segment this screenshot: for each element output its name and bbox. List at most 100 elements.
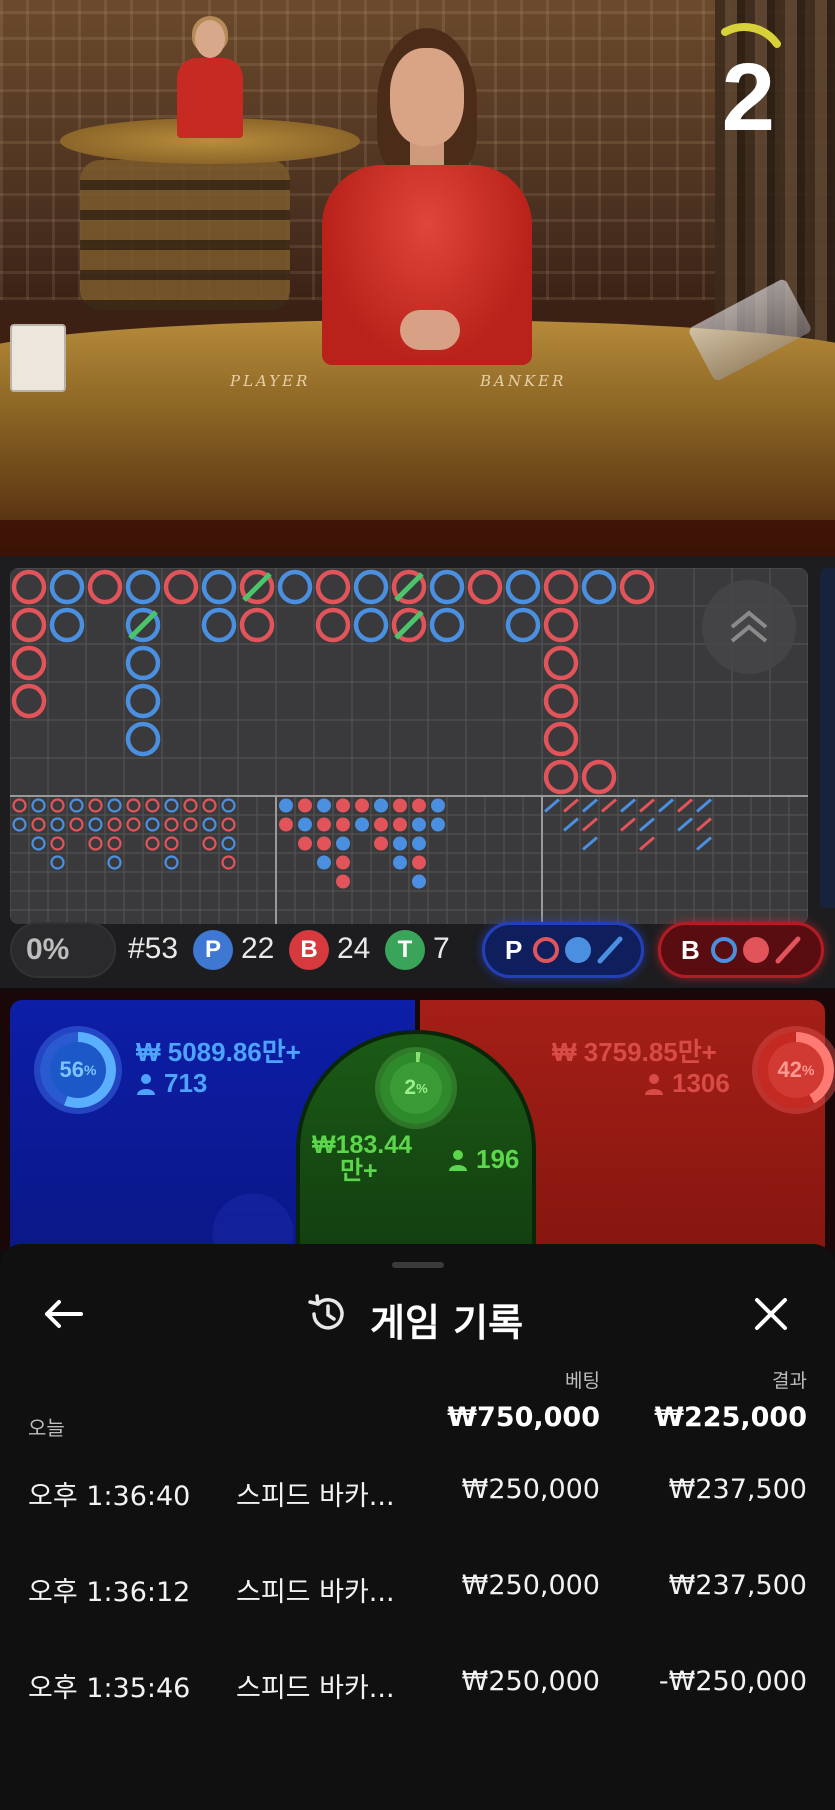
small-road-dot (298, 817, 312, 832)
small-road-slash (696, 836, 712, 851)
big-road-bead (315, 569, 351, 605)
small-road-dot (393, 836, 407, 851)
banker-count: 24 (337, 932, 371, 965)
banker-total-amount: ₩ 3759.85만+ (552, 1037, 717, 1067)
small-road-slash (544, 798, 560, 813)
small-road-ring (88, 817, 103, 832)
tie-amount-line2: 만+ (340, 1157, 378, 1185)
big-road-bead (581, 569, 617, 605)
player-ask-button[interactable]: P (482, 922, 644, 978)
history-row[interactable]: 오후 1:35:46 스피드 바카... ₩250,000 -₩250,000 (0, 1654, 835, 1714)
roadmap-svg (10, 568, 808, 924)
column-header-bet: 베팅 (565, 1370, 600, 1392)
small-road-dot (317, 836, 331, 851)
banker-ask-button[interactable]: B (658, 922, 824, 978)
total-bet: ₩750,000 (447, 1402, 600, 1433)
small-road-slash (563, 798, 579, 813)
small-road-dot (336, 874, 350, 889)
small-road-slash (677, 817, 693, 832)
small-road-ring (164, 817, 179, 832)
big-road-bead (543, 683, 579, 719)
small-road-dot (279, 798, 293, 813)
small-road-dot (412, 798, 426, 813)
big-road-bead (353, 607, 389, 643)
today-label: 오늘 (28, 1416, 65, 1440)
small-road-dot (317, 798, 331, 813)
roadmap-grid[interactable] (10, 568, 808, 924)
table-label-banker: BANKER (480, 372, 567, 390)
round-number: #53 (128, 932, 179, 965)
small-road-ring (50, 855, 65, 870)
small-road-dot (412, 817, 426, 832)
small-road-dot (355, 798, 369, 813)
small-road-ring (164, 836, 179, 851)
small-road-dot (279, 817, 293, 832)
small-road-ring (221, 855, 236, 870)
player-percent: 56 (59, 1057, 85, 1082)
tie-user-count: 196 (476, 1144, 520, 1174)
tie-users: 196 (448, 1144, 519, 1175)
small-road-ring (50, 798, 65, 813)
history-row[interactable]: 오후 1:36:40 스피드 바카... ₩250,000 ₩237,500 (0, 1462, 835, 1522)
small-road-slash (677, 798, 693, 813)
small-road-slash (620, 798, 636, 813)
row-game: 스피드 바카... (236, 1481, 395, 1512)
big-road-bead (125, 683, 161, 719)
row-bet: ₩250,000 (461, 1474, 600, 1505)
discard-cards (10, 324, 66, 392)
small-road-slash (639, 836, 655, 851)
win-percent-pill[interactable]: 0% (10, 922, 116, 978)
column-header-result: 결과 (772, 1370, 807, 1392)
small-road-slash (582, 798, 598, 813)
tie-count-badge: T (385, 930, 425, 970)
big-road-bead (125, 721, 161, 757)
small-road-dot (393, 798, 407, 813)
banker-count-badge: B (289, 930, 329, 970)
small-road-ring (221, 817, 236, 832)
banker-percent: 42 (777, 1057, 803, 1082)
small-road-ring (88, 836, 103, 851)
small-road-dot (336, 855, 350, 870)
back-button[interactable] (38, 1296, 88, 1332)
countdown-timer: 2 (721, 44, 775, 151)
expand-roadmap-button[interactable] (702, 580, 796, 674)
big-road-bead (49, 569, 85, 605)
small-road-dot (317, 817, 331, 832)
row-game: 스피드 바카... (236, 1673, 395, 1704)
row-time: 오후 1:36:40 (28, 1481, 191, 1512)
big-road-bead (163, 569, 199, 605)
small-road-ring (107, 855, 122, 870)
big-road-bead (49, 607, 85, 643)
big-road-bead (11, 607, 47, 643)
small-road-slash (639, 798, 655, 813)
big-road-bead (467, 569, 503, 605)
small-road-ring (164, 798, 179, 813)
background-table-base (80, 160, 290, 310)
big-road-bead (125, 645, 161, 681)
big-road-bead (505, 607, 541, 643)
player-user-count: 713 (164, 1068, 208, 1098)
background-dealer (165, 16, 255, 140)
big-road-bead (277, 569, 313, 605)
small-road-dot (412, 855, 426, 870)
big-road-bead (11, 683, 47, 719)
side-panel-edge[interactable] (820, 568, 835, 908)
small-road-slash (696, 798, 712, 813)
small-road-dot (412, 836, 426, 851)
row-time: 오후 1:36:12 (28, 1577, 191, 1608)
player-total-amount: ₩ 5089.86만+ (136, 1037, 301, 1067)
big-road-bead (543, 759, 579, 795)
sheet-grabber[interactable] (392, 1262, 444, 1268)
close-button[interactable] (748, 1294, 794, 1334)
history-row[interactable]: 오후 1:36:12 스피드 바카... ₩250,000 ₩237,500 (0, 1558, 835, 1618)
small-road-dot (431, 798, 445, 813)
small-road-dot (374, 836, 388, 851)
player-prediction-icons (533, 936, 623, 964)
big-road-bead (429, 569, 465, 605)
small-road-dot (317, 855, 331, 870)
row-result: ₩237,500 (668, 1570, 807, 1601)
small-road-dot (298, 798, 312, 813)
tie-percent-sign: % (416, 1080, 428, 1096)
banker-user-count: 1306 (672, 1068, 730, 1098)
big-road-bead (543, 721, 579, 757)
